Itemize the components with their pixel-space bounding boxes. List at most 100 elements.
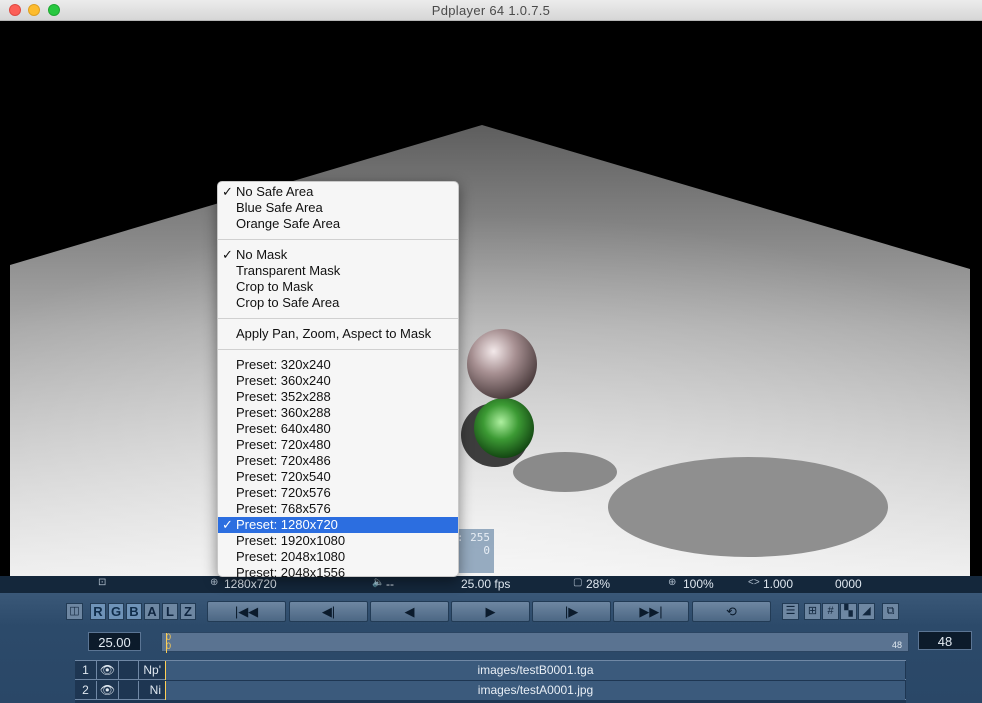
menu-item-label: Preset: 720x480	[236, 437, 331, 452]
layer-clip-bar[interactable]: images/testA0001.jpg	[165, 681, 905, 700]
color-correction-icon[interactable]: ◢	[858, 603, 875, 620]
play-backward-icon: ◀	[404, 604, 415, 619]
split-view-icon[interactable]: ◫	[66, 603, 83, 620]
menu-separator	[218, 349, 458, 350]
fit-zoom-icon: ▢	[573, 577, 583, 588]
status-bar: ⊡ ⊕ 1280x720 🔈 -- 25.00 fps ▢ 28% ⊕ 100%…	[0, 576, 982, 593]
end-frame-input[interactable]: 48	[918, 631, 972, 650]
menu-separator	[218, 318, 458, 319]
menu-item-mask[interactable]: Crop to Mask	[218, 279, 458, 295]
menu-item-presets[interactable]: Preset: 720x480	[218, 437, 458, 453]
menu-item-label: Orange Safe Area	[236, 216, 341, 231]
menu-item-label: Preset: 720x486	[236, 453, 331, 468]
grid-icon[interactable]: #	[822, 603, 839, 620]
menu-item-presets[interactable]: Preset: 640x480	[218, 421, 458, 437]
skip-start-icon: |◀◀	[234, 604, 259, 619]
channel-toggle-z[interactable]: Z	[180, 603, 196, 620]
menu-item-label: Preset: 2048x1080	[236, 549, 346, 564]
channel-toggle-l[interactable]: L	[162, 603, 178, 620]
menu-item-label: Crop to Safe Area	[236, 295, 340, 310]
visibility-eye-icon[interactable]: 👁	[97, 681, 119, 700]
step-back-button[interactable]: ◀|	[289, 601, 368, 622]
timeline-start-label: 00	[166, 632, 172, 651]
menu-item-presets[interactable]: Preset: 720x576	[218, 485, 458, 501]
layer-short-name: Np'	[143, 663, 161, 677]
fps-input[interactable]: 25.00	[88, 632, 141, 651]
fit-zoom-readout: 28%	[586, 577, 611, 591]
menu-item-presets[interactable]: ✓ Preset: 1280x720	[218, 517, 458, 533]
layer-clip-bar[interactable]: images/testB0001.tga	[165, 661, 905, 680]
menu-item-safe[interactable]: Blue Safe Area	[218, 200, 458, 216]
layer-index: 2	[75, 681, 97, 700]
channel-toggle-a[interactable]: A	[144, 603, 160, 620]
layer-option-cell[interactable]	[119, 681, 139, 700]
menu-item-label: Preset: 720x540	[236, 469, 331, 484]
menu-item-label: Preset: 352x288	[236, 389, 331, 404]
safe-area-icon[interactable]: ⊞	[804, 603, 821, 620]
title-bar: Pdplayer 64 1.0.7.5	[0, 0, 982, 21]
info-panel-icon[interactable]: ☰	[782, 603, 799, 620]
menu-item-presets[interactable]: Preset: 320x240	[218, 357, 458, 373]
go-to-start-button[interactable]: |◀◀	[207, 601, 286, 622]
mask-context-menu: ✓ No Safe Area Blue Safe Area Orange Safe A…	[217, 181, 459, 580]
go-to-end-button[interactable]: ▶▶|	[613, 601, 689, 622]
loop-mode-button[interactable]: ⟲	[692, 601, 771, 622]
window-title: Pdplayer 64 1.0.7.5	[431, 3, 551, 18]
menu-item-presets[interactable]: Preset: 720x540	[218, 469, 458, 485]
menu-item-label: No Safe Area	[236, 184, 314, 199]
menu-item-label: Preset: 1920x1080	[236, 533, 346, 548]
aspect-icon: <>	[748, 577, 760, 588]
step-forward-button[interactable]: |▶	[532, 601, 611, 622]
checker-icon[interactable]: ▚	[840, 603, 857, 620]
menu-item-mask[interactable]: Transparent Mask	[218, 263, 458, 279]
menu-item-label: Preset: 360x240	[236, 373, 331, 388]
menu-item-label: Preset: 360x288	[236, 405, 331, 420]
play-forward-button[interactable]: ▶	[451, 601, 530, 622]
layer-option-cell[interactable]	[119, 661, 139, 680]
menu-item-label: No Mask	[236, 247, 288, 262]
visibility-eye-icon[interactable]: 👁	[97, 661, 119, 680]
layer-row[interactable]: 1 👁 Np' images/testB0001.tga	[75, 661, 906, 680]
menu-item-presets[interactable]: Preset: 720x486	[218, 453, 458, 469]
timecode-readout: 0000	[835, 577, 862, 591]
menu-item-presets[interactable]: Preset: 360x240	[218, 373, 458, 389]
channel-toggle-g[interactable]: G	[108, 603, 124, 620]
play-forward-icon: ▶	[485, 604, 496, 619]
channel-toggle-r[interactable]: R	[90, 603, 106, 620]
menu-item-label: Transparent Mask	[236, 263, 341, 278]
zoom-readout: 100%	[683, 577, 714, 591]
aspect-readout: 1.000	[763, 577, 794, 591]
step-forward-icon: |▶	[564, 604, 579, 619]
timeline-slider[interactable]: 00 48	[161, 632, 909, 653]
fit-view-icon[interactable]: ⊡	[98, 577, 106, 588]
menu-item-label: Preset: 640x480	[236, 421, 331, 436]
menu-item-presets[interactable]: Preset: 2048x1556	[218, 565, 458, 581]
channel-toggle-b[interactable]: B	[126, 603, 142, 620]
layer-index: 1	[75, 661, 97, 680]
menu-item-label: Preset: 2048x1556	[236, 565, 346, 580]
layer-row[interactable]: 2 👁 Ni images/testA0001.jpg	[75, 681, 906, 700]
checkmark-icon: ✓	[222, 247, 233, 262]
menu-item-safe[interactable]: Orange Safe Area	[218, 216, 458, 232]
menu-item-mask[interactable]: Crop to Safe Area	[218, 295, 458, 311]
magnifier-icon: ⊕	[668, 577, 677, 588]
skip-end-icon: ▶▶|	[639, 604, 663, 619]
loop-icon: ⟲	[726, 604, 737, 619]
layers-icon[interactable]: ⧉	[882, 603, 899, 620]
menu-item-label: Preset: 1280x720	[236, 517, 338, 532]
menu-item-presets[interactable]: Preset: 768x576	[218, 501, 458, 517]
menu-item-safe[interactable]: ✓ No Safe Area	[218, 184, 458, 200]
menu-item-presets[interactable]: Preset: 1920x1080	[218, 533, 458, 549]
play-backward-button[interactable]: ◀	[370, 601, 449, 622]
menu-item-presets[interactable]: Preset: 352x288	[218, 389, 458, 405]
menu-item-mask[interactable]: ✓ No Mask	[218, 247, 458, 263]
menu-item-presets[interactable]: Preset: 2048x1080	[218, 549, 458, 565]
menu-separator	[218, 239, 458, 240]
menu-item-apply-pan-zoom-aspect[interactable]: Apply Pan, Zoom, Aspect to Mask	[218, 326, 458, 342]
image-viewport[interactable]: : 255 0	[0, 21, 982, 576]
menu-item-presets[interactable]: Preset: 360x288	[218, 405, 458, 421]
menu-item-label: Crop to Mask	[236, 279, 314, 294]
step-back-icon: ◀|	[321, 604, 336, 619]
menu-item-label: Preset: 768x576	[236, 501, 331, 516]
checkmark-icon: ✓	[222, 517, 233, 532]
